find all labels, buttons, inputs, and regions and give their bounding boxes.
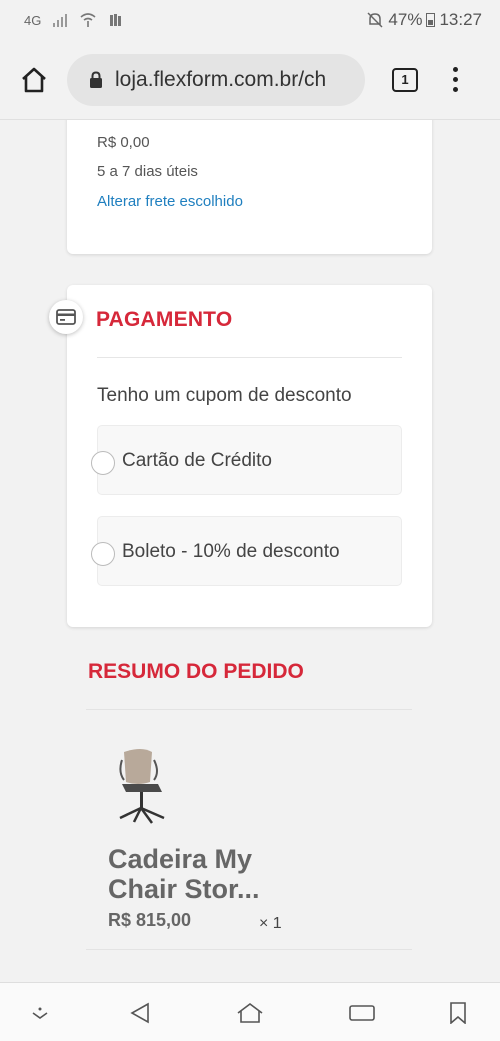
tab-switcher-button[interactable]: 1 xyxy=(392,67,418,92)
product-quantity: × 1 xyxy=(259,915,282,932)
signal-icon xyxy=(53,13,68,27)
shipping-delivery-time: 5 a 7 dias úteis xyxy=(97,163,198,180)
wifi-icon xyxy=(80,13,96,27)
home-button[interactable] xyxy=(16,62,52,98)
summary-divider xyxy=(86,709,412,710)
more-vert-icon[interactable] xyxy=(451,67,459,92)
chevron-down-icon xyxy=(32,1007,48,1019)
hide-nav-button[interactable] xyxy=(26,999,54,1027)
bookmark-icon xyxy=(450,1002,466,1024)
home-nav-icon xyxy=(237,1003,263,1023)
payment-option-boleto[interactable]: Boleto - 10% de desconto xyxy=(91,516,402,586)
payment-option-label: Boleto - 10% de desconto xyxy=(122,541,340,562)
product-image[interactable] xyxy=(112,746,172,826)
radio-boleto[interactable] xyxy=(91,542,115,566)
system-nav-bar xyxy=(0,982,500,1041)
library-icon xyxy=(110,14,122,26)
url-text: loja.flexform.com.br/ch xyxy=(115,67,327,91)
status-right: 47% 13:27 xyxy=(366,10,482,30)
payment-option-credit-card[interactable]: Cartão de Crédito xyxy=(91,425,402,495)
recents-icon xyxy=(349,1005,375,1021)
lock-icon xyxy=(90,70,102,88)
home-icon xyxy=(22,67,46,92)
change-shipping-link[interactable]: Alterar frete escolhido xyxy=(97,193,243,210)
product-price: R$ 815,00 xyxy=(108,910,192,930)
status-bar: 4G 47% 13:27 xyxy=(0,0,500,40)
clock: 13:27 xyxy=(439,10,482,29)
payment-option-label: Cartão de Crédito xyxy=(122,450,272,471)
home-nav-button[interactable] xyxy=(236,999,264,1027)
bookmark-button[interactable] xyxy=(444,999,472,1027)
radio-credit-card[interactable] xyxy=(91,451,115,475)
order-summary-title: RESUMO DO PEDIDO xyxy=(88,660,304,683)
status-left: 4G xyxy=(24,12,123,28)
product-name[interactable]: Cadeira My Chair Stor... xyxy=(108,844,308,904)
payment-title: PAGAMENTO xyxy=(96,308,233,331)
payment-card: PAGAMENTO Tenho um cupom de desconto Car… xyxy=(49,285,432,627)
address-bar[interactable]: loja.flexform.com.br/ch xyxy=(67,53,365,106)
credit-card-icon xyxy=(49,300,83,334)
battery-percent: 47% xyxy=(388,10,423,29)
network-indicator: 4G xyxy=(24,12,42,28)
mute-icon xyxy=(367,12,383,28)
back-button[interactable] xyxy=(126,999,154,1027)
shipping-price: R$ 0,00 xyxy=(97,134,150,151)
recents-button[interactable] xyxy=(348,999,376,1027)
battery-icon xyxy=(426,13,436,27)
checkout-content: R$ 0,00 5 a 7 dias úteis Alterar frete e… xyxy=(0,120,500,982)
summary-divider-bottom xyxy=(86,949,412,950)
payment-divider xyxy=(97,357,402,358)
browser-toolbar: loja.flexform.com.br/ch 1 xyxy=(0,40,500,120)
back-icon xyxy=(130,1002,149,1024)
coupon-toggle[interactable]: Tenho um cupom de desconto xyxy=(97,385,352,407)
shipping-card: R$ 0,00 5 a 7 dias úteis Alterar frete e… xyxy=(67,120,432,254)
